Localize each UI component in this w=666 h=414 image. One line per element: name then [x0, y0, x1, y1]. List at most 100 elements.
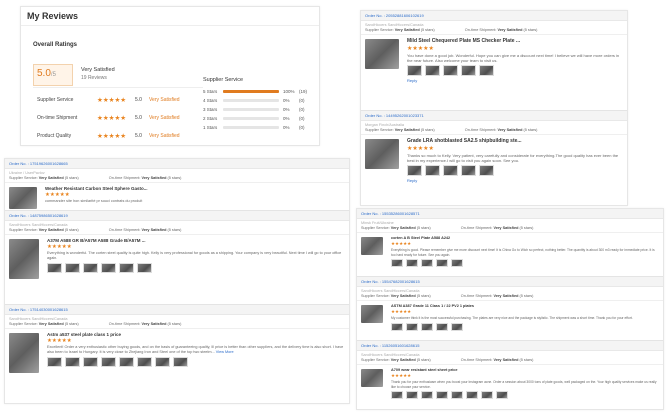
product-title[interactable]: A37M A588 GR B/A57M A588 Grade B/A57M ..…: [47, 238, 345, 243]
review-photo-thumbnail[interactable]: [496, 391, 508, 399]
distribution-label: 2 Stars: [203, 116, 218, 121]
distribution-row: 1 Stars 0% (0): [203, 125, 318, 133]
product-image[interactable]: [9, 187, 37, 209]
review-text-body: Excellent! Order a very enthusiastic oth…: [47, 345, 344, 354]
review-photo-thumbnail[interactable]: [479, 65, 494, 77]
product-title[interactable]: ASTM A387 Grade 11 Class 1 / 22 PV2 1 pl…: [391, 304, 659, 308]
product-image[interactable]: [361, 305, 383, 323]
review-photo-thumbnail[interactable]: [407, 65, 422, 77]
review-photo-thumbnail[interactable]: [47, 357, 62, 367]
review-photo-thumbnail[interactable]: [47, 263, 62, 273]
product-title[interactable]: A709 wear resistant steel sheet price: [391, 368, 659, 372]
view-more-link[interactable]: View More: [216, 350, 234, 354]
order-number-link[interactable]: Order No. : 17519626001628665: [9, 161, 68, 166]
reply-link[interactable]: Reply: [407, 78, 623, 83]
order-number-header: Order No. : 14875986501628619: [5, 211, 349, 221]
shipment-stars: (5 stars): [519, 294, 534, 298]
review-photos: [391, 391, 659, 399]
product-image[interactable]: [361, 369, 383, 387]
review-photo-thumbnail[interactable]: [65, 357, 80, 367]
rating-row-value: 5.0: [135, 97, 142, 103]
distribution-row: 2 Stars 0% (0): [203, 116, 318, 124]
order-number-link[interactable]: Order No. : 11526051601628615: [361, 343, 419, 348]
reply-link[interactable]: Reply: [407, 178, 623, 183]
distribution-row: 3 Stars 0% (0): [203, 107, 318, 115]
review-photo-thumbnail[interactable]: [391, 322, 403, 331]
review-photo-thumbnail[interactable]: [101, 263, 116, 273]
product-title[interactable]: Grade LRA shotblasted SA2.5 shipbuilding…: [407, 138, 623, 144]
product-image[interactable]: [365, 39, 399, 69]
review-photo-thumbnail[interactable]: [101, 357, 116, 367]
distribution-row: 5 Stars 100% (19): [203, 89, 318, 97]
review-photo-thumbnail[interactable]: [436, 259, 448, 267]
product-title[interactable]: Astm a537 steel plate class 1 price: [47, 332, 345, 337]
product-title[interactable]: Mild Steel Chequered Plate MS Checker Pl…: [407, 38, 623, 44]
product-image[interactable]: [9, 333, 39, 373]
order-number-link[interactable]: Order No. : 14495262001023371: [365, 113, 424, 118]
review-stars: ★★★★★: [45, 192, 70, 198]
distribution-bar: [223, 108, 279, 111]
review-photos: [47, 357, 345, 367]
review-photo-thumbnail[interactable]: [443, 65, 458, 77]
review-photo-thumbnail[interactable]: [173, 357, 188, 367]
review-photo-thumbnail[interactable]: [421, 391, 433, 399]
supplier-service-stars: (5 stars): [416, 226, 431, 230]
review-photo-thumbnail[interactable]: [406, 259, 418, 267]
product-title[interactable]: corten A B Steel Plate A588 A242: [391, 236, 659, 240]
review-photo-thumbnail[interactable]: [451, 259, 463, 267]
review-text: Excellent! Order a very enthusiastic oth…: [47, 345, 345, 355]
review-photos: [391, 259, 659, 267]
rating-row-label: Product Quality: [37, 133, 72, 139]
review-photo-thumbnail[interactable]: [421, 259, 433, 267]
review-photo-thumbnail[interactable]: [436, 322, 448, 331]
review-photo-thumbnail[interactable]: [406, 391, 418, 399]
distribution-pct: 0%: [283, 116, 290, 121]
review-photo-thumbnail[interactable]: [425, 65, 440, 77]
distribution-pct: 0%: [283, 125, 290, 130]
reviews-count: 19 Reviews: [81, 75, 107, 81]
review-photo-thumbnail[interactable]: [436, 391, 448, 399]
order-number-link[interactable]: Order No. : 17514030001628615: [9, 307, 68, 312]
review-item: A709 wear resistant steel sheet price ★★…: [357, 365, 663, 402]
review-photo-thumbnail[interactable]: [391, 391, 403, 399]
right-review-list-lower: Order No. : 15535286001628571 Minsk Frui…: [357, 209, 663, 409]
review-photo-thumbnail[interactable]: [481, 391, 493, 399]
supplier-service-value: Very Satisfied: [390, 294, 416, 298]
review-photo-thumbnail[interactable]: [137, 263, 152, 273]
supplier-service-stars: (5 stars): [64, 228, 79, 232]
supplier-service-label: Supplier Service:: [9, 228, 38, 232]
review-photo-thumbnail[interactable]: [406, 322, 418, 331]
review-photo-thumbnail[interactable]: [451, 322, 463, 331]
review-photo-thumbnail[interactable]: [443, 165, 458, 177]
review-photo-thumbnail[interactable]: [461, 65, 476, 77]
review-text: Thank you for your enthusiasm when you b…: [391, 380, 659, 389]
order-number-link[interactable]: Order No. : 20552881606102619: [365, 13, 424, 18]
review-photo-thumbnail[interactable]: [83, 263, 98, 273]
order-number-link[interactable]: Order No. : 14875986501628619: [9, 213, 68, 218]
rating-row-stars: ★★★★★: [97, 97, 127, 104]
review-photo-thumbnail[interactable]: [407, 165, 422, 177]
review-photo-thumbnail[interactable]: [451, 391, 463, 399]
product-image[interactable]: [9, 239, 39, 279]
review-photo-thumbnail[interactable]: [421, 322, 433, 331]
supplier-service-value: Very Satisfied: [38, 176, 64, 180]
product-image[interactable]: [365, 139, 399, 169]
review-photo-thumbnail[interactable]: [137, 357, 152, 367]
product-title[interactable]: Weather Resistant Carbon Steel Sphere Ga…: [45, 186, 345, 191]
review-photo-thumbnail[interactable]: [466, 391, 478, 399]
review-photo-thumbnail[interactable]: [83, 357, 98, 367]
rating-row-label: Supplier Service: [37, 97, 74, 103]
order-number-link[interactable]: Order No. : 15535286001628571: [361, 211, 420, 216]
review-photo-thumbnail[interactable]: [391, 259, 403, 267]
product-image[interactable]: [361, 237, 383, 255]
review-photo-thumbnail[interactable]: [119, 263, 134, 273]
order-number-link[interactable]: Order No. : 15547682001628615: [361, 279, 420, 284]
review-photo-thumbnail[interactable]: [461, 165, 476, 177]
review-content: A709 wear resistant steel sheet price ★★…: [391, 368, 659, 399]
review-photo-thumbnail[interactable]: [479, 165, 494, 177]
review-photo-thumbnail[interactable]: [119, 357, 134, 367]
review-photo-thumbnail[interactable]: [155, 357, 170, 367]
overall-rating-text: Very Satisfied: [81, 67, 115, 73]
review-photo-thumbnail[interactable]: [65, 263, 80, 273]
review-photo-thumbnail[interactable]: [425, 165, 440, 177]
